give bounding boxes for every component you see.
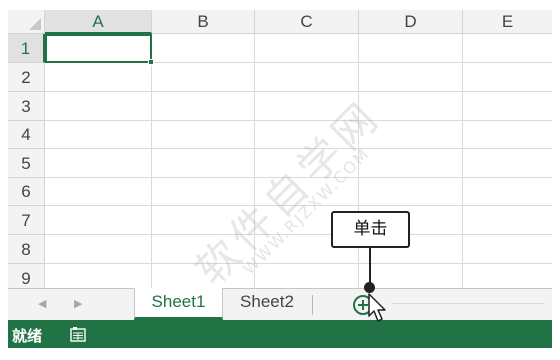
grid-cell[interactable] [45, 92, 152, 121]
grid-cell[interactable] [152, 92, 255, 121]
status-text: 就绪 [12, 327, 43, 345]
grid-cell[interactable] [152, 34, 255, 63]
grid-cell[interactable] [152, 178, 255, 206]
grid-cell[interactable] [463, 206, 552, 235]
grid-cell[interactable] [152, 206, 255, 235]
grid-cell[interactable] [45, 235, 152, 264]
column-header-b[interactable]: B [152, 10, 255, 34]
row-header-1[interactable]: 1 [8, 34, 45, 63]
grid-cell[interactable] [463, 264, 552, 288]
grid-cell[interactable] [463, 34, 552, 63]
grid-cell[interactable] [255, 178, 359, 206]
select-all-triangle-icon [29, 18, 41, 30]
tab-sheet1[interactable]: Sheet1 [134, 288, 223, 320]
fill-handle[interactable] [148, 59, 154, 65]
grid-cell[interactable] [45, 178, 152, 206]
grid-cell[interactable] [152, 149, 255, 178]
grid-cell[interactable] [359, 63, 463, 92]
grid-cell[interactable] [152, 63, 255, 92]
triangle-right-icon[interactable]: ▶ [74, 297, 82, 310]
grid-cell[interactable] [359, 34, 463, 63]
row-header-9[interactable]: 9 [8, 264, 45, 288]
macro-record-icon[interactable] [70, 326, 86, 342]
grid-cell[interactable] [45, 149, 152, 178]
active-cell-a1[interactable] [45, 34, 154, 65]
triangle-left-icon[interactable]: ◀ [38, 297, 46, 310]
row-header-5[interactable]: 5 [8, 149, 45, 178]
row-header-8[interactable]: 8 [8, 235, 45, 264]
grid-cell[interactable] [463, 121, 552, 149]
row-header-4[interactable]: 4 [8, 121, 45, 149]
grid-cell[interactable] [45, 206, 152, 235]
column-header-d[interactable]: D [359, 10, 463, 34]
grid-cell[interactable] [463, 149, 552, 178]
row-header-6[interactable]: 6 [8, 178, 45, 206]
grid-cell[interactable] [152, 235, 255, 264]
column-header-c[interactable]: C [255, 10, 359, 34]
row-header-3[interactable]: 3 [8, 92, 45, 121]
grid-cell[interactable] [359, 92, 463, 121]
grid-cell[interactable] [463, 63, 552, 92]
grid-cell[interactable] [255, 63, 359, 92]
grid-cell[interactable] [359, 121, 463, 149]
grid-cell[interactable] [152, 121, 255, 149]
grid-cell[interactable] [45, 264, 152, 288]
grid-cell[interactable] [255, 264, 359, 288]
grid-cell[interactable] [45, 121, 152, 149]
status-bar: 就绪 [8, 320, 552, 348]
grid-cell[interactable] [359, 149, 463, 178]
horizontal-scrollbar[interactable] [392, 303, 544, 304]
grid-cell[interactable] [463, 235, 552, 264]
row-header-2[interactable]: 2 [8, 63, 45, 92]
row-header-7[interactable]: 7 [8, 206, 45, 235]
grid-cell[interactable] [255, 34, 359, 63]
mouse-pointer-icon [368, 293, 386, 322]
worksheet-grid: A B C D E 1 2 3 4 5 6 7 8 9 [8, 10, 552, 288]
grid-cell[interactable] [359, 178, 463, 206]
select-all-corner[interactable] [8, 10, 45, 34]
cell-area[interactable] [45, 34, 552, 288]
column-header-a[interactable]: A [45, 10, 152, 34]
spreadsheet-window: A B C D E 1 2 3 4 5 6 7 8 9 软件自学网 WWW.RJ… [0, 0, 560, 360]
grid-cell[interactable] [255, 121, 359, 149]
grid-cell[interactable] [45, 63, 152, 92]
grid-cell[interactable] [152, 264, 255, 288]
tab-sheet2[interactable]: Sheet2 [224, 288, 310, 320]
grid-cell[interactable] [359, 264, 463, 288]
grid-cell[interactable] [463, 92, 552, 121]
grid-cell[interactable] [463, 178, 552, 206]
grid-cell[interactable] [255, 92, 359, 121]
callout-label: 单击 [331, 211, 410, 248]
tab-divider [312, 295, 313, 315]
grid-cell[interactable] [255, 149, 359, 178]
column-header-e[interactable]: E [463, 10, 552, 34]
sheet-tab-bar: ◀ ▶ Sheet1 Sheet2 [8, 288, 552, 320]
callout-pointer-line [369, 248, 371, 286]
